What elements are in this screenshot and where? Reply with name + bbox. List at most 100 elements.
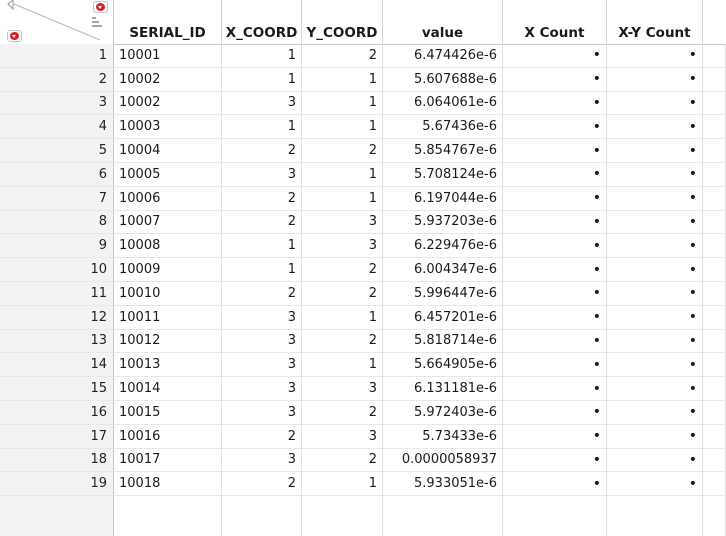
- sort-lines-icon[interactable]: [91, 16, 105, 30]
- cell-xy-count[interactable]: •: [607, 139, 703, 163]
- row-number[interactable]: 3: [0, 91, 114, 116]
- cell-y-coord[interactable]: 3: [302, 424, 383, 449]
- cell-y-coord[interactable]: 2: [302, 44, 383, 68]
- cell-xy-count[interactable]: •: [607, 305, 703, 330]
- cell-x-count[interactable]: •: [503, 282, 607, 306]
- cell-value[interactable]: 6.229476e-6: [383, 234, 503, 259]
- cell-value[interactable]: 6.131181e-6: [383, 377, 503, 401]
- row-number[interactable]: 8: [0, 210, 114, 235]
- cell-y-coord[interactable]: 2: [302, 448, 383, 473]
- cell-value[interactable]: 5.664905e-6: [383, 353, 503, 378]
- cell-x-count[interactable]: •: [503, 377, 607, 401]
- cell-x-count[interactable]: •: [503, 329, 607, 354]
- row-number[interactable]: 11: [0, 282, 114, 306]
- cell-serial-id[interactable]: 10003: [114, 115, 222, 140]
- cell-xy-count[interactable]: •: [607, 448, 703, 473]
- row-number[interactable]: 10: [0, 258, 114, 282]
- row-number[interactable]: 19: [0, 472, 114, 497]
- cell-xy-count[interactable]: •: [607, 163, 703, 187]
- cell-x-count[interactable]: •: [503, 163, 607, 187]
- cell-x-coord[interactable]: 1: [222, 234, 302, 259]
- cell-value[interactable]: 5.73433e-6: [383, 424, 503, 449]
- cell-serial-id[interactable]: 10010: [114, 282, 222, 306]
- red-triangle-menu-icon[interactable]: [93, 1, 108, 13]
- cell-serial-id[interactable]: 10002: [114, 67, 222, 92]
- column-header-y-coord[interactable]: Y_COORD: [302, 0, 383, 44]
- cell-x-count[interactable]: •: [503, 115, 607, 140]
- table-row[interactable]: 7 10006 2 1 6.197044e-6 • •: [0, 186, 726, 211]
- row-number[interactable]: 15: [0, 377, 114, 401]
- cell-x-coord[interactable]: 3: [222, 377, 302, 401]
- cell-y-coord[interactable]: 1: [302, 353, 383, 378]
- cell-x-coord[interactable]: 1: [222, 258, 302, 282]
- row-number[interactable]: 16: [0, 401, 114, 425]
- row-number[interactable]: 17: [0, 424, 114, 449]
- cell-xy-count[interactable]: •: [607, 210, 703, 235]
- cell-x-count[interactable]: •: [503, 186, 607, 211]
- cell-xy-count[interactable]: •: [607, 353, 703, 378]
- cell-serial-id[interactable]: 10017: [114, 448, 222, 473]
- cell-y-coord[interactable]: 2: [302, 329, 383, 354]
- cell-y-coord[interactable]: 1: [302, 472, 383, 497]
- cell-xy-count[interactable]: •: [607, 472, 703, 497]
- cell-value[interactable]: 5.933051e-6: [383, 472, 503, 497]
- cell-x-count[interactable]: •: [503, 353, 607, 378]
- cell-x-coord[interactable]: 2: [222, 424, 302, 449]
- row-number[interactable]: 2: [0, 67, 114, 92]
- cell-x-count[interactable]: •: [503, 424, 607, 449]
- cell-serial-id[interactable]: 10018: [114, 472, 222, 497]
- cell-value[interactable]: 6.064061e-6: [383, 91, 503, 116]
- cell-x-coord[interactable]: 1: [222, 115, 302, 140]
- table-row[interactable]: 11 10010 2 2 5.996447e-6 • •: [0, 282, 726, 306]
- cell-y-coord[interactable]: 2: [302, 258, 383, 282]
- cell-x-count[interactable]: •: [503, 472, 607, 497]
- table-row[interactable]: 1 10001 1 2 6.474426e-6 • •: [0, 44, 726, 68]
- cell-x-coord[interactable]: 1: [222, 44, 302, 68]
- cell-value[interactable]: 0.0000058937: [383, 448, 503, 473]
- cell-y-coord[interactable]: 2: [302, 139, 383, 163]
- cell-serial-id[interactable]: 10016: [114, 424, 222, 449]
- table-row[interactable]: 14 10013 3 1 5.664905e-6 • •: [0, 353, 726, 378]
- cell-x-coord[interactable]: 3: [222, 353, 302, 378]
- cell-x-count[interactable]: •: [503, 258, 607, 282]
- cell-serial-id[interactable]: 10009: [114, 258, 222, 282]
- cell-y-coord[interactable]: 2: [302, 401, 383, 425]
- cell-xy-count[interactable]: •: [607, 115, 703, 140]
- cell-x-coord[interactable]: 3: [222, 163, 302, 187]
- cell-xy-count[interactable]: •: [607, 91, 703, 116]
- cell-xy-count[interactable]: •: [607, 234, 703, 259]
- cell-value[interactable]: 6.197044e-6: [383, 186, 503, 211]
- red-triangle-rows-menu-icon[interactable]: [7, 30, 22, 42]
- cell-x-coord[interactable]: 1: [222, 67, 302, 92]
- table-row[interactable]: 2 10002 1 1 5.607688e-6 • •: [0, 67, 726, 92]
- table-row[interactable]: 5 10004 2 2 5.854767e-6 • •: [0, 139, 726, 163]
- row-number[interactable]: 12: [0, 305, 114, 330]
- cell-serial-id[interactable]: 10007: [114, 210, 222, 235]
- cell-serial-id[interactable]: 10004: [114, 139, 222, 163]
- cell-serial-id[interactable]: 10006: [114, 186, 222, 211]
- cell-xy-count[interactable]: •: [607, 401, 703, 425]
- cell-x-coord[interactable]: 3: [222, 401, 302, 425]
- row-number[interactable]: 6: [0, 163, 114, 187]
- table-row[interactable]: 15 10014 3 3 6.131181e-6 • •: [0, 377, 726, 401]
- cell-x-count[interactable]: •: [503, 67, 607, 92]
- cell-value[interactable]: 5.818714e-6: [383, 329, 503, 354]
- cell-serial-id[interactable]: 10008: [114, 234, 222, 259]
- cell-y-coord[interactable]: 1: [302, 186, 383, 211]
- cell-serial-id[interactable]: 10015: [114, 401, 222, 425]
- table-row[interactable]: 16 10015 3 2 5.972403e-6 • •: [0, 401, 726, 425]
- cell-x-coord[interactable]: 2: [222, 282, 302, 306]
- cell-x-count[interactable]: •: [503, 91, 607, 116]
- cell-value[interactable]: 6.474426e-6: [383, 44, 503, 68]
- cell-x-count[interactable]: •: [503, 44, 607, 68]
- cell-x-coord[interactable]: 3: [222, 448, 302, 473]
- row-number[interactable]: 9: [0, 234, 114, 259]
- cell-value[interactable]: 5.607688e-6: [383, 67, 503, 92]
- cell-xy-count[interactable]: •: [607, 67, 703, 92]
- column-header-x-coord[interactable]: X_COORD: [222, 0, 302, 44]
- cell-value[interactable]: 5.972403e-6: [383, 401, 503, 425]
- cell-serial-id[interactable]: 10005: [114, 163, 222, 187]
- cell-serial-id[interactable]: 10014: [114, 377, 222, 401]
- table-row[interactable]: 12 10011 3 1 6.457201e-6 • •: [0, 305, 726, 330]
- cell-xy-count[interactable]: •: [607, 282, 703, 306]
